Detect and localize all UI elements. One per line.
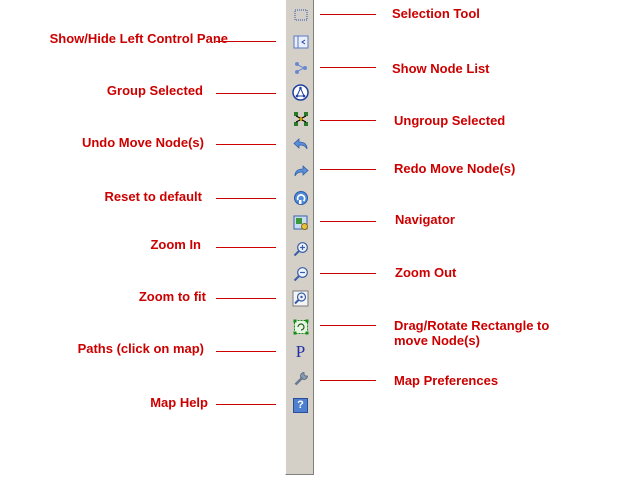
callout-line-show-node-list [320,67,376,68]
callout-line-redo-move [320,169,376,170]
reset-icon [293,190,308,205]
navigator-button[interactable] [292,214,309,231]
zoom-to-fit-button[interactable] [292,290,309,307]
help-icon: ? [293,398,308,413]
callout-line-show-hide-left-pane [216,41,276,42]
ungroup-selected-button[interactable] [292,110,309,127]
callout-line-group-selected [216,93,276,94]
reset-default-button[interactable] [292,189,309,206]
zoom-in-icon [293,241,308,256]
callout-line-selection-tool [320,14,376,15]
ungroup-icon [293,111,308,126]
paths-button[interactable]: P [292,343,309,360]
label-drag-rotate-line2: move Node(s) [394,333,480,348]
show-node-list-button[interactable] [292,59,309,76]
label-show-hide-left-pane: Show/Hide Left Control Pane [49,31,228,46]
selection-rectangle-icon [294,9,307,20]
group-selected-button[interactable] [292,84,309,101]
zoom-fit-icon [292,290,309,307]
label-zoom-fit: Zoom to fit [138,289,206,304]
redo-arrow-icon [294,164,309,176]
callout-line-paths [216,351,276,352]
label-group-selected: Group Selected [106,83,203,98]
paths-p-icon: P [295,342,306,361]
navigator-icon [293,215,308,230]
zoom-out-icon [293,266,308,281]
selection-tool-button[interactable] [292,6,309,23]
label-map-help: Map Help [150,395,208,410]
callout-line-zoom-out [320,273,376,274]
label-map-preferences: Map Preferences [394,373,499,388]
label-redo-move: Redo Move Node(s) [394,161,516,176]
label-drag-rotate-line1: Drag/Rotate Rectangle to [394,318,550,333]
map-help-button[interactable]: ? [292,397,309,414]
help-icon-glyph: ? [297,399,304,411]
callout-line-map-preferences [320,380,376,381]
callout-line-zoom-fit [216,298,276,299]
label-zoom-in: Zoom In [150,237,201,252]
undo-move-button[interactable] [292,135,309,152]
show-hide-left-pane-button[interactable] [292,33,309,50]
label-zoom-out: Zoom Out [395,265,457,280]
node-list-icon [294,61,307,74]
callout-line-reset-default [216,198,276,199]
label-paths: Paths (click on map) [77,341,204,356]
callout-line-drag-rotate [320,325,376,326]
zoom-in-button[interactable] [292,240,309,257]
redo-move-button[interactable] [292,162,309,179]
map-preferences-button[interactable] [292,370,309,387]
callout-line-map-help [216,404,276,405]
rotate-rectangle-icon [293,319,308,334]
label-reset-default: Reset to default [104,189,202,204]
group-icon [292,84,309,101]
callout-line-undo-move [216,144,276,145]
map-toolbar: P ? [285,0,314,475]
left-pane-toggle-icon [293,35,308,48]
undo-arrow-icon [292,137,307,149]
label-ungroup-selected: Ungroup Selected [394,113,506,128]
wrench-icon [294,371,308,385]
label-selection-tool: Selection Tool [392,6,480,21]
label-navigator: Navigator [395,212,455,227]
drag-rotate-button[interactable] [292,318,309,335]
callout-line-navigator [320,221,376,222]
callout-line-zoom-in [216,247,276,248]
callout-line-ungroup-selected [320,120,376,121]
label-show-node-list: Show Node List [392,61,490,76]
label-undo-move: Undo Move Node(s) [81,135,204,150]
zoom-out-button[interactable] [292,265,309,282]
